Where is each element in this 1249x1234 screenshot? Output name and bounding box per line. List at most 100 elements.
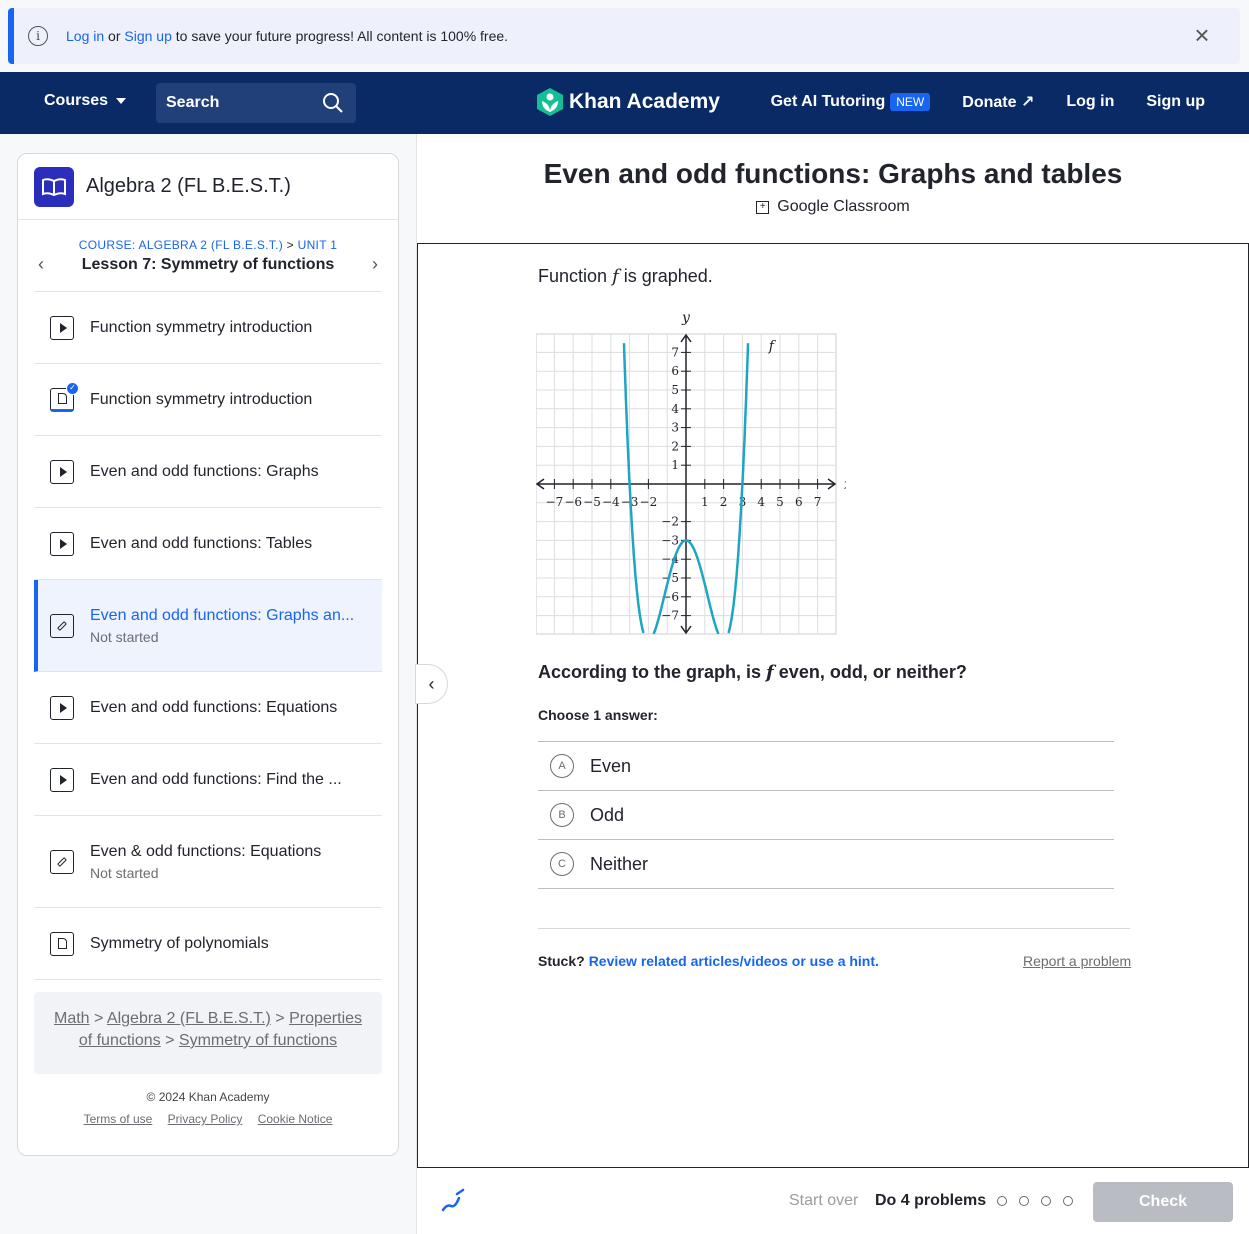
item-status: Not started (90, 628, 159, 645)
signup-link[interactable]: Sign up (1146, 93, 1205, 111)
x-tick-label: 5 (776, 495, 784, 509)
function-graph: −7−6−5−4−3−212345677654321−2−3−4−5−6−7xy… (536, 310, 846, 635)
y-tick-label: −7 (661, 609, 679, 623)
breadcrumb-course[interactable]: Algebra 2 (FL B.E.S.T.) (107, 1010, 271, 1027)
intro-var: f (612, 266, 619, 287)
sidebar-item[interactable]: Even and odd functions: Find the ... (34, 744, 382, 816)
chevron-right-icon[interactable]: › (372, 254, 378, 275)
pencil-icon (50, 613, 74, 638)
lesson-title: Lesson 7: Symmetry of functions (81, 256, 335, 273)
choice-odd[interactable]: B Odd (538, 791, 1114, 840)
sidebar-item[interactable]: Even and odd functions: Graphs (34, 436, 382, 508)
start-over-button[interactable]: Start over (789, 1192, 858, 1210)
progress-dot (1019, 1196, 1029, 1206)
hint-link[interactable]: Review related articles/videos or use a … (589, 953, 879, 969)
video-icon (50, 531, 74, 556)
video-icon (50, 767, 74, 792)
item-status: Not started (90, 864, 159, 881)
page-title: Even and odd functions: Graphs and table… (543, 158, 1123, 189)
problem-count: Do 4 problems (875, 1192, 987, 1209)
cookie-link[interactable]: Cookie Notice (258, 1112, 333, 1126)
sidebar-item[interactable]: Function symmetry introduction (34, 292, 382, 364)
banner-login-link[interactable]: Log in (66, 28, 104, 44)
scratchpad-icon[interactable] (439, 1188, 465, 1214)
ai-tutoring-link[interactable]: Get AI Tutoring NEW (771, 93, 931, 111)
course-unit-crumb: COURSE: ALGEBRA 2 (FL B.E.S.T.) > UNIT 1 (34, 238, 382, 252)
breadcrumb-sep: > (165, 1032, 175, 1049)
sidebar-item[interactable]: Even and odd functions: Tables (34, 508, 382, 580)
stuck-divider (538, 928, 1130, 929)
breadcrumb-sep: > (275, 1010, 285, 1027)
close-icon[interactable]: × (1190, 22, 1214, 48)
choice-label: Odd (590, 804, 625, 825)
top-nav: Courses Search Khan Academy Get AI Tutor… (0, 72, 1249, 134)
x-tick-label: 6 (795, 495, 803, 509)
intro-a: Function (538, 266, 608, 286)
choice-letter: A (550, 754, 574, 778)
sidebar-item[interactable]: Symmetry of polynomials (34, 908, 382, 980)
y-axis-label: y (681, 310, 691, 326)
khan-logo-icon (537, 88, 563, 116)
y-tick-label: −3 (661, 533, 679, 547)
x-tick-label: 4 (757, 495, 765, 509)
breadcrumb-math[interactable]: Math (54, 1010, 90, 1027)
google-classroom-button[interactable]: + Google Classroom (417, 198, 1249, 216)
y-tick-label: 7 (671, 345, 679, 359)
sidebar-item-active[interactable]: Even and odd functions: Graphs an... Not … (34, 580, 382, 672)
exercise-header: Even and odd functions: Graphs and table… (417, 134, 1249, 244)
item-label: Even and odd functions: Tables (90, 534, 313, 552)
course-crumb[interactable]: COURSE: ALGEBRA 2 (FL B.E.S.T.) (79, 238, 283, 252)
pencil-icon (50, 849, 74, 874)
check-button[interactable]: Check (1093, 1182, 1233, 1222)
report-problem-link[interactable]: Report a problem (1023, 953, 1131, 969)
search-label: Search (166, 94, 220, 111)
external-link-icon: ↗ (1020, 94, 1035, 111)
y-tick-label: −2 (661, 515, 679, 529)
x-tick-label: −7 (546, 495, 564, 509)
y-tick-label: 5 (671, 383, 679, 397)
choice-label: Neither (590, 853, 649, 874)
ai-tutoring-label: Get AI Tutoring (770, 93, 886, 110)
choice-label: Even (590, 755, 632, 776)
exercise-footer: Start over Do 4 problems Check (417, 1168, 1249, 1234)
breadcrumb-unit-b: of functions (78, 1032, 161, 1049)
stuck-help: Stuck? Review related articles/videos or … (538, 953, 879, 969)
banner-signup-link[interactable]: Sign up (124, 28, 171, 44)
donate-link[interactable]: Donate ↗ (962, 92, 1034, 112)
google-classroom-icon: + (756, 200, 770, 214)
video-icon (50, 695, 74, 720)
x-tick-label: 2 (720, 495, 728, 509)
item-label: Even & odd functions: Equations (90, 842, 322, 860)
sidebar-item[interactable]: ✓ Function symmetry introduction (34, 364, 382, 436)
lesson-header: ‹ COURSE: ALGEBRA 2 (FL B.E.S.T.) > UNIT… (34, 220, 382, 292)
book-icon (34, 166, 74, 207)
search-icon (323, 93, 343, 113)
y-tick-label: 1 (671, 458, 679, 472)
choice-letter: B (550, 803, 574, 827)
login-link[interactable]: Log in (1066, 93, 1114, 111)
unit-crumb[interactable]: UNIT 1 (298, 238, 338, 252)
choice-neither[interactable]: C Neither (538, 840, 1114, 889)
logo-text: Khan Academy (569, 90, 720, 113)
question-b: even, odd, or neither? (778, 662, 967, 682)
search-input[interactable]: Search (156, 83, 356, 123)
course-title: Algebra 2 (FL B.E.S.T.) (86, 175, 291, 197)
breadcrumb-lesson[interactable]: Symmetry of functions (179, 1032, 337, 1049)
choice-even[interactable]: A Even (538, 742, 1114, 791)
sidebar-item[interactable]: Even & odd functions: Equations Not start… (34, 816, 382, 908)
chevron-down-icon (116, 97, 127, 104)
sidebar-item[interactable]: Even and odd functions: Equations (34, 672, 382, 744)
x-tick-label: −6 (564, 495, 582, 509)
item-label: Even and odd functions: Graphs an... (90, 606, 355, 624)
terms-link[interactable]: Terms of use (84, 1112, 153, 1126)
lesson-sidebar: Algebra 2 (FL B.E.S.T.) ‹ COURSE: ALGEBR… (17, 153, 399, 1156)
video-icon (50, 315, 74, 340)
item-label: Symmetry of polynomials (90, 934, 269, 952)
progress-dot (997, 1196, 1007, 1206)
article-icon (50, 931, 74, 956)
course-header[interactable]: Algebra 2 (FL B.E.S.T.) (18, 154, 398, 220)
khan-academy-logo[interactable]: Khan Academy (537, 88, 720, 116)
x-tick-label: −5 (583, 495, 601, 509)
privacy-link[interactable]: Privacy Policy (168, 1112, 243, 1126)
courses-menu[interactable]: Courses (44, 92, 127, 110)
